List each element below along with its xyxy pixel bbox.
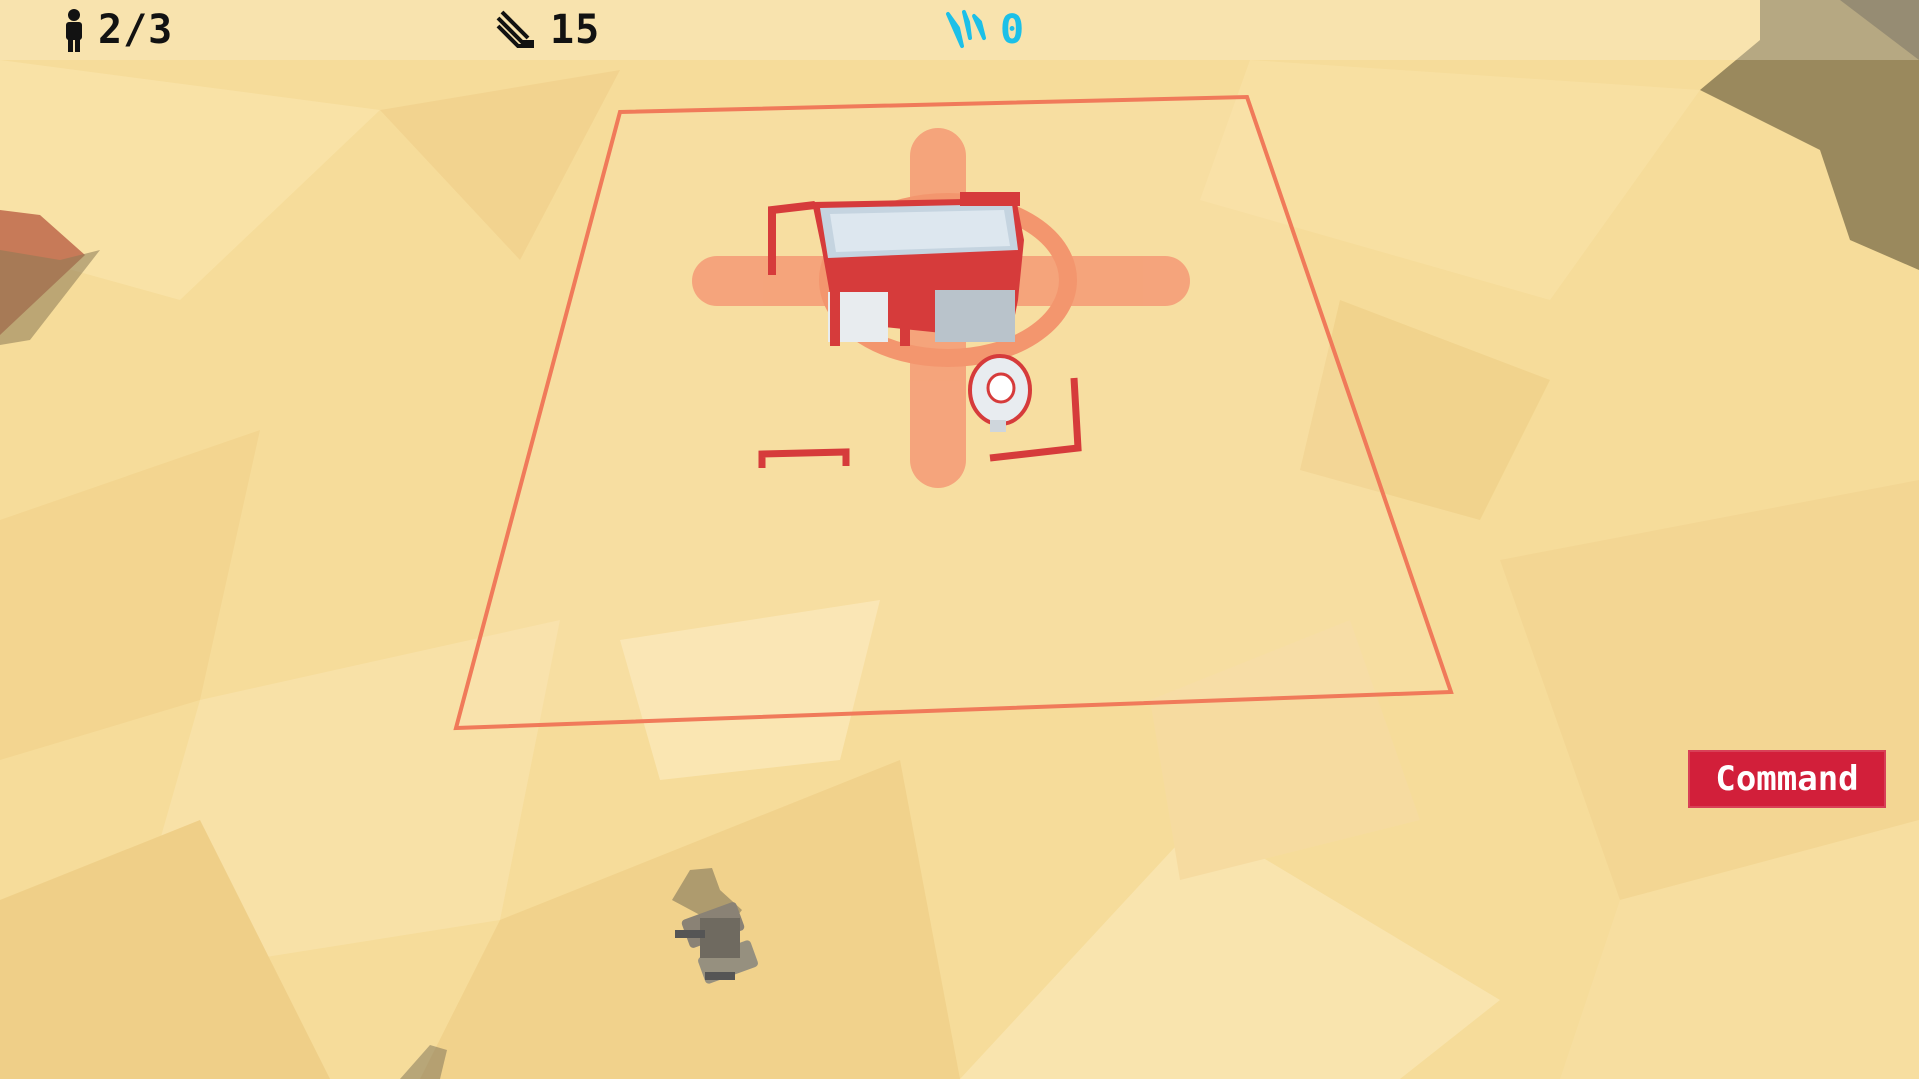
- metal-value: 15: [550, 7, 601, 53]
- population-counter: 2/3: [62, 6, 173, 54]
- game-viewport[interactable]: [0, 0, 1919, 1079]
- metal-counter: 15: [494, 6, 600, 54]
- energy-value: 0: [1000, 7, 1026, 53]
- command-button[interactable]: Command: [1688, 750, 1886, 808]
- population-value: 2/3: [98, 7, 174, 53]
- energy-shards-icon: [946, 10, 986, 48]
- metal-bars-icon: [496, 10, 534, 48]
- resource-hud: 2/3 15 0: [0, 0, 1919, 60]
- person-icon: [66, 9, 82, 52]
- energy-counter: 0: [944, 6, 1025, 54]
